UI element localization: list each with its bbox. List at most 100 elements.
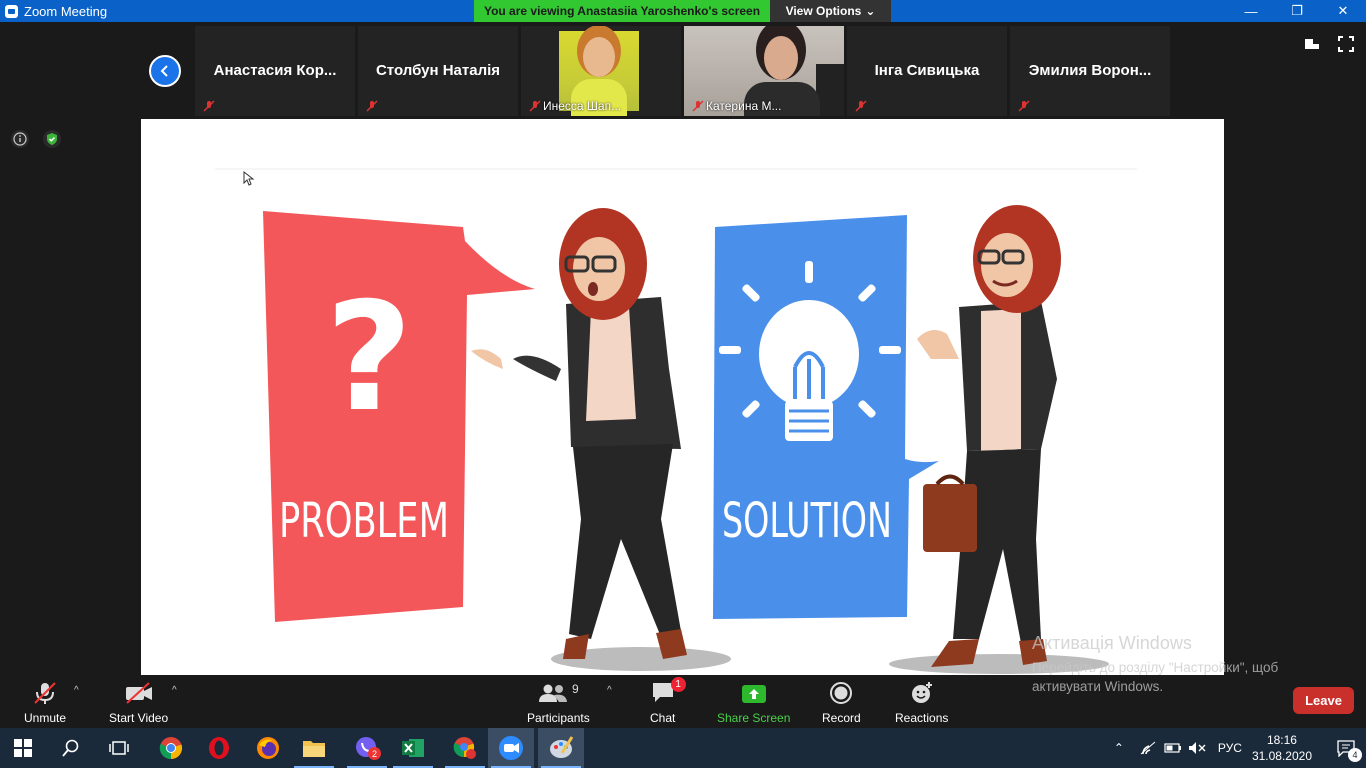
participant-tile[interactable]: Інга Сивицька bbox=[847, 26, 1007, 116]
mouse-cursor-icon bbox=[243, 170, 255, 186]
participants-count: 9 bbox=[572, 682, 579, 696]
tray-expand-icon[interactable]: ⌃ bbox=[1114, 741, 1124, 755]
muted-mic-icon bbox=[529, 100, 541, 112]
meeting-info-icons bbox=[10, 129, 62, 149]
participant-tile[interactable]: Эмилия Ворон... bbox=[1010, 26, 1170, 116]
shared-screen: ? PROBLEM SOLUTION bbox=[141, 119, 1224, 675]
window-controls: — ❐ ✕ bbox=[1228, 0, 1366, 22]
chrome-profile-icon bbox=[453, 737, 476, 759]
woman-illustration-left bbox=[471, 208, 731, 671]
chevron-down-icon: ⌄ bbox=[865, 4, 876, 18]
restore-button[interactable]: ❐ bbox=[1274, 0, 1320, 22]
meeting-toolbar: Unmute ^ Start Video ^ 9 Participants ^ … bbox=[0, 675, 1366, 728]
start-video-button[interactable]: Start Video bbox=[109, 681, 168, 725]
participant-name: Інга Сивицька bbox=[874, 62, 980, 79]
battery-icon[interactable] bbox=[1164, 742, 1182, 754]
paint-taskbar-button[interactable] bbox=[538, 728, 584, 768]
zoom-app-icon bbox=[5, 4, 18, 18]
fullscreen-icon[interactable] bbox=[1338, 36, 1354, 52]
participants-button[interactable]: 9 Participants bbox=[527, 681, 590, 725]
clock-date: 31.08.2020 bbox=[1251, 749, 1312, 763]
encryption-shield-icon[interactable] bbox=[42, 129, 62, 149]
excel-taskbar-button[interactable] bbox=[390, 728, 436, 768]
zoom-icon bbox=[499, 736, 523, 760]
windows-logo-icon bbox=[14, 739, 32, 757]
input-language[interactable]: РУС bbox=[1218, 741, 1242, 755]
solution-label: SOLUTION bbox=[722, 493, 892, 549]
record-button[interactable]: Record bbox=[822, 681, 861, 725]
start-video-label: Start Video bbox=[109, 711, 169, 725]
participant-tile[interactable]: Катерина М... bbox=[684, 26, 844, 116]
record-icon bbox=[830, 682, 853, 704]
problem-label: PROBLEM bbox=[279, 493, 449, 549]
view-options-label: View Options bbox=[785, 4, 862, 18]
share-screen-button[interactable]: Share Screen bbox=[717, 681, 790, 725]
firefox-icon bbox=[257, 737, 279, 759]
network-icon[interactable] bbox=[1140, 741, 1156, 755]
windows-taskbar: 2 ⌃ РУС 18:16 31.08.2020 4 bbox=[0, 728, 1366, 768]
participant-name: Столбун Наталія bbox=[375, 62, 501, 79]
share-screen-label: Share Screen bbox=[717, 711, 791, 725]
participant-tile[interactable]: Столбун Наталія bbox=[358, 26, 518, 116]
close-button[interactable]: ✕ bbox=[1320, 0, 1366, 22]
search-button[interactable] bbox=[48, 728, 94, 768]
share-screen-icon bbox=[741, 685, 766, 703]
reactions-smiley-icon bbox=[911, 682, 932, 703]
clock-time: 18:16 bbox=[1266, 733, 1297, 747]
chrome-icon bbox=[159, 737, 183, 760]
clock[interactable]: 18:16 31.08.2020 bbox=[1252, 732, 1312, 764]
woman-illustration-right bbox=[889, 205, 1109, 674]
zoom-window: Zoom Meeting You are viewing Anastasiia … bbox=[0, 0, 1366, 768]
unmute-label: Unmute bbox=[24, 711, 67, 725]
muted-mic-icon bbox=[366, 100, 378, 112]
question-mark-icon: ? bbox=[325, 271, 412, 445]
participant-name: Инесса Шап... bbox=[543, 99, 622, 113]
close-icon: ✕ bbox=[1337, 3, 1349, 18]
viber-unread-badge: 2 bbox=[368, 747, 381, 760]
muted-mic-icon bbox=[1018, 100, 1030, 112]
gallery-view-icon[interactable] bbox=[1304, 36, 1320, 52]
chevron-left-icon bbox=[160, 65, 168, 77]
reactions-button[interactable]: Reactions bbox=[895, 681, 948, 725]
participant-name: Анастасия Кор... bbox=[213, 62, 337, 79]
video-options-caret-icon[interactable]: ^ bbox=[172, 685, 177, 696]
participant-name: Эмилия Ворон... bbox=[1028, 62, 1152, 79]
participants-options-caret-icon[interactable]: ^ bbox=[607, 685, 612, 696]
chrome-taskbar-button[interactable] bbox=[148, 728, 194, 768]
task-view-icon bbox=[109, 741, 129, 755]
opera-icon bbox=[209, 737, 229, 759]
zoom-taskbar-button[interactable] bbox=[488, 728, 534, 768]
info-icon[interactable] bbox=[10, 129, 30, 149]
opera-taskbar-button[interactable] bbox=[196, 728, 242, 768]
view-options-button[interactable]: View Options ⌄ bbox=[770, 0, 891, 22]
previous-participants-button[interactable] bbox=[149, 55, 181, 87]
muted-mic-icon bbox=[203, 100, 215, 112]
muted-microphone-icon bbox=[34, 682, 56, 704]
task-view-button[interactable] bbox=[96, 728, 142, 768]
minimize-icon: — bbox=[1244, 3, 1258, 19]
chat-button[interactable]: 1 Chat bbox=[650, 677, 686, 725]
participant-name: Катерина М... bbox=[706, 99, 782, 113]
unmute-button[interactable]: Unmute bbox=[24, 681, 66, 725]
viber-taskbar-button[interactable]: 2 bbox=[344, 728, 390, 768]
participant-tile[interactable]: Анастасия Кор... bbox=[195, 26, 355, 116]
firefox-taskbar-button[interactable] bbox=[245, 728, 291, 768]
chat-icon-group: 1 bbox=[651, 677, 686, 705]
volume-muted-icon[interactable] bbox=[1188, 741, 1206, 755]
participant-tile[interactable]: Инесса Шап... bbox=[521, 26, 681, 116]
action-center-button[interactable]: 4 bbox=[1326, 728, 1366, 768]
file-explorer-taskbar-button[interactable] bbox=[291, 728, 337, 768]
search-icon bbox=[62, 739, 79, 757]
participants-label: Participants bbox=[527, 711, 590, 725]
participants-icon bbox=[539, 684, 567, 702]
view-controls bbox=[1304, 36, 1354, 52]
chrome-profile-taskbar-button[interactable] bbox=[442, 728, 488, 768]
minimize-button[interactable]: — bbox=[1228, 0, 1274, 22]
muted-mic-icon bbox=[855, 100, 867, 112]
paint-icon bbox=[550, 736, 574, 758]
start-button[interactable] bbox=[0, 728, 46, 768]
leave-button[interactable]: Leave bbox=[1293, 687, 1354, 714]
muted-mic-icon bbox=[692, 100, 704, 112]
video-off-icon bbox=[125, 682, 152, 704]
audio-options-caret-icon[interactable]: ^ bbox=[74, 685, 79, 696]
